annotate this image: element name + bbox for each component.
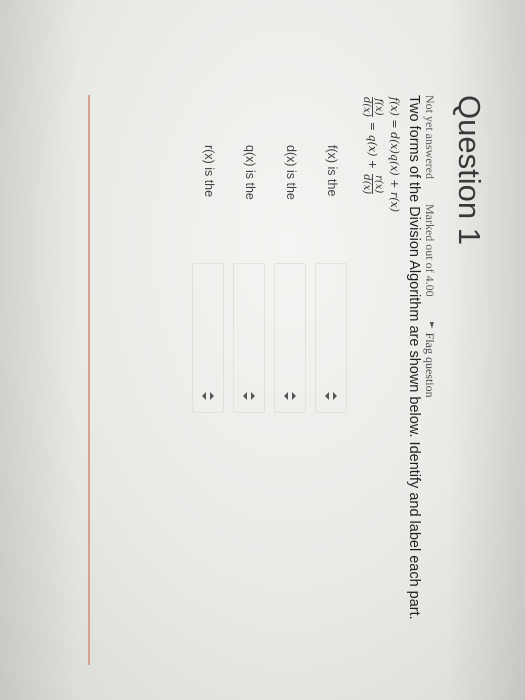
answer-row-rx: r(x) is the (183, 145, 224, 465)
select-arrows-icon (243, 392, 255, 400)
equation-product-form: f(x) = d(x)q(x) + r(x) (388, 97, 401, 212)
answer-select-dx[interactable] (274, 263, 306, 413)
equation-middle: = q(x) + (366, 121, 379, 170)
answer-label-dx: d(x) is the (284, 145, 298, 200)
select-arrows-icon (325, 392, 337, 400)
fraction-lhs: f(x) d(x) (361, 97, 384, 117)
select-arrows-icon (202, 392, 214, 400)
flag-question-link[interactable]: Flag question (423, 322, 437, 420)
quiz-question-panel: Question 1 Not yet answered Marked out o… (0, 0, 525, 700)
question-status: Not yet answered (423, 95, 437, 179)
answer-label-fx: f(x) is the (325, 145, 339, 197)
fraction-rhs-denominator: d(x) (361, 174, 372, 195)
question-text: Two forms of the Division Algorithm are … (406, 95, 422, 620)
answer-list: f(x) is the d(x) is the q(x) is the r(x)… (183, 145, 347, 465)
answer-select-qx[interactable] (233, 263, 265, 413)
fraction-rhs-numerator: r(x) (372, 174, 384, 195)
select-arrows-icon (284, 392, 296, 400)
flag-question-label: Flag question (423, 332, 437, 398)
question-title: Question 1 (452, 95, 487, 245)
question-marks: Marked out of 4.00 (423, 203, 437, 297)
answer-label-qx: q(x) is the (243, 145, 257, 200)
answer-label-rx: r(x) is the (202, 145, 216, 198)
fraction-lhs-numerator: f(x) (372, 97, 384, 117)
answer-select-rx[interactable] (192, 263, 224, 413)
rotated-screen: Question 1 Not yet answered Marked out o… (0, 0, 525, 700)
answer-select-fx[interactable] (315, 263, 347, 413)
fraction-rhs: r(x) d(x) (361, 174, 384, 195)
answer-row-qx: q(x) is the (224, 145, 265, 465)
photo-background: Question 1 Not yet answered Marked out o… (0, 0, 525, 700)
equation-fraction-form: f(x) d(x) = q(x) + r(x) d(x) (361, 97, 384, 195)
fraction-lhs-denominator: d(x) (361, 97, 372, 117)
answer-row-dx: d(x) is the (265, 145, 306, 465)
section-divider (88, 95, 90, 665)
answer-row-fx: f(x) is the (306, 145, 347, 465)
flag-icon (426, 322, 434, 329)
question-info: Not yet answered Marked out of 4.00 Flag… (422, 95, 437, 442)
